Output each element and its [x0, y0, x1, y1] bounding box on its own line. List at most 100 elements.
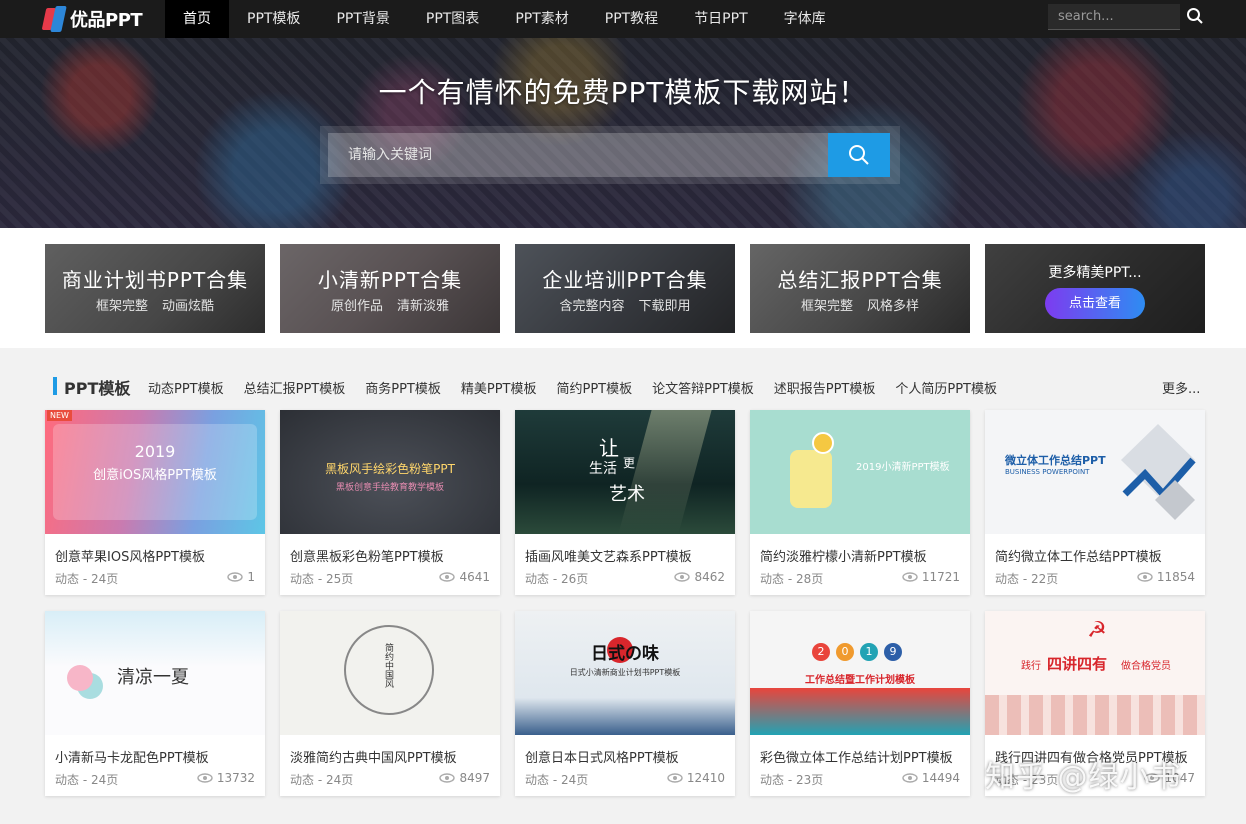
card-title: 创意日本日式风格PPT模板 — [525, 751, 679, 766]
lemon-jar-graphic — [790, 450, 832, 508]
nav-search-input[interactable] — [1048, 4, 1180, 30]
tag-summary[interactable]: 总结汇报PPT模板 — [244, 378, 346, 397]
thumbnail-text: 做合格党员 — [1121, 661, 1171, 672]
card-meta: 动态 - 26页 — [525, 572, 589, 586]
thumbnail-text: 工作总结暨工作计划模板 — [805, 675, 915, 686]
card-meta: 动态 - 24页 — [290, 773, 354, 787]
collection-tags: 含完整内容 下载即用 — [559, 299, 691, 314]
thumbnail-text: 日式の味 — [591, 644, 659, 664]
main-menu: 首页 PPT模板 PPT背景 PPT图表 PPT素材 PPT教程 节日PPT 字… — [165, 0, 844, 38]
building-silhouette-graphic — [985, 695, 1205, 735]
template-card[interactable]: 日式の味 日式小清新商业计划书PPT模板 创意日本日式风格PPT模板 动态 - … — [515, 611, 735, 796]
thumbnail-text: 微立体工作总结PPT — [1005, 454, 1106, 467]
thumbnail-text: 2 — [812, 643, 830, 661]
collection-title: 企业培训PPT合集 — [542, 268, 708, 292]
collection-title: 总结汇报PPT合集 — [777, 268, 943, 292]
view-count: 14494 — [902, 771, 960, 785]
section-more-link[interactable]: 更多... — [1162, 378, 1200, 397]
thumbnail-text: 1 — [860, 643, 878, 661]
view-count: 1 — [227, 570, 255, 584]
nav-item-ppt-materials[interactable]: PPT素材 — [497, 0, 586, 38]
template-card[interactable]: 微立体工作总结PPT BUSINESS POWERPOINT 简约微立体工作总结… — [985, 410, 1205, 595]
template-thumbnail: 2019 创意iOS风格PPT模板 — [45, 410, 265, 534]
tag-business[interactable]: 商务PPT模板 — [365, 378, 441, 397]
hero-title: 一个有情怀的免费PPT模板下载网站！ — [378, 76, 868, 109]
card-title: 彩色微立体工作总结计划PPT模板 — [760, 751, 953, 766]
thumbnail-text: 2019小清新PPT模板 — [856, 462, 950, 473]
eye-icon — [227, 572, 244, 582]
view-count: 8497 — [439, 771, 490, 785]
party-emblem-icon: ☭ — [1087, 618, 1107, 643]
template-card[interactable]: 2 0 1 9 工作总结暨工作计划模板 彩色微立体工作总结计划PPT模板 动态 … — [750, 611, 970, 796]
hero-search-box — [320, 126, 900, 184]
view-count: 13732 — [197, 771, 255, 785]
collection-title: 商业计划书PPT合集 — [61, 268, 249, 292]
card-title: 创意黑板彩色粉笔PPT模板 — [290, 550, 444, 565]
tag-exquisite[interactable]: 精美PPT模板 — [461, 378, 537, 397]
nav-item-ppt-tutorials[interactable]: PPT教程 — [587, 0, 676, 38]
view-count: 4641 — [439, 570, 490, 584]
template-card[interactable]: 2019小清新PPT模板 简约淡雅柠檬小清新PPT模板 动态 - 28页 117… — [750, 410, 970, 595]
search-icon — [849, 145, 869, 165]
view-count: 12410 — [667, 771, 725, 785]
collection-card-fresh[interactable]: 小清新PPT合集 原创作品 清新淡雅 — [280, 244, 500, 333]
card-title: 简约淡雅柠檬小清新PPT模板 — [760, 550, 927, 565]
thumbnail-text: 生活 — [589, 461, 617, 477]
eye-icon — [197, 773, 213, 783]
collection-tags: 框架完整 动画炫酷 — [95, 299, 215, 314]
card-meta: 动态 - 24页 — [525, 773, 589, 787]
template-thumbnail: ☭ 践行 四讲四有 做合格党员 — [985, 611, 1205, 735]
collection-card-summary[interactable]: 总结汇报PPT合集 框架完整 风格多样 — [750, 244, 970, 333]
collection-tags: 原创作品 清新淡雅 — [330, 299, 450, 314]
collection-card-more[interactable]: 更多精美PPT... 点击查看 — [985, 244, 1205, 333]
search-icon[interactable] — [1186, 7, 1204, 25]
card-meta: 动态 - 28页 — [760, 572, 824, 586]
nav-item-ppt-charts[interactable]: PPT图表 — [408, 0, 497, 38]
nav-item-ppt-templates[interactable]: PPT模板 — [229, 0, 318, 38]
template-card[interactable]: 黑板风手绘彩色粉笔PPT 黑板创意手绘教育教学模板 创意黑板彩色粉笔PPT模板 … — [280, 410, 500, 595]
tag-simple[interactable]: 简约PPT模板 — [557, 378, 633, 397]
nav-item-home[interactable]: 首页 — [165, 0, 229, 38]
card-meta: 动态 - 24页 — [55, 773, 119, 787]
nav-item-fonts[interactable]: 字体库 — [766, 0, 844, 38]
collection-card-training[interactable]: 企业培训PPT合集 含完整内容 下载即用 — [515, 244, 735, 333]
section-tag-list: 动态PPT模板 总结汇报PPT模板 商务PPT模板 精美PPT模板 简约PPT模… — [148, 378, 1017, 397]
site-logo[interactable]: 优品PPT — [41, 4, 143, 34]
tag-report[interactable]: 述职报告PPT模板 — [774, 378, 876, 397]
template-card[interactable]: 简约中国风 淡雅简约古典中国风PPT模板 动态 - 24页 8497 — [280, 611, 500, 796]
view-more-button[interactable]: 点击查看 — [1045, 288, 1145, 319]
template-thumbnail: 简约中国风 — [280, 611, 500, 735]
hero-search-input[interactable] — [328, 133, 828, 177]
card-title: 插画风唯美文艺森系PPT模板 — [525, 550, 692, 565]
thumbnail-text: 黑板风手绘彩色粉笔PPT — [325, 462, 455, 476]
thumbnail-text: 9 — [884, 643, 902, 661]
diamond-graphic — [1121, 424, 1196, 520]
tag-thesis[interactable]: 论文答辩PPT模板 — [652, 378, 754, 397]
eye-icon — [674, 572, 691, 582]
tag-resume[interactable]: 个人简历PPT模板 — [895, 378, 997, 397]
flower-graphic — [67, 665, 93, 691]
card-title: 创意苹果IOS风格PPT模板 — [55, 550, 205, 565]
tag-dynamic[interactable]: 动态PPT模板 — [148, 378, 224, 397]
thumbnail-text: 四讲四有 — [1047, 655, 1108, 673]
section-accent-bar — [53, 377, 57, 395]
template-card[interactable]: NEW 2019 创意iOS风格PPT模板 创意苹果IOS风格PPT模板 动态 … — [45, 410, 265, 595]
template-thumbnail: 让 生活 更 艺术 — [515, 410, 735, 534]
thumbnail-text: 创意iOS风格PPT模板 — [93, 468, 217, 483]
template-card[interactable]: 让 生活 更 艺术 插画风唯美文艺森系PPT模板 动态 - 26页 8462 — [515, 410, 735, 595]
template-card[interactable]: 清凉一夏 小清新马卡龙配色PPT模板 动态 - 24页 13732 — [45, 611, 265, 796]
collections-strip: 商业计划书PPT合集 框架完整 动画炫酷 小清新PPT合集 原创作品 清新淡雅 企业… — [0, 228, 1246, 348]
nav-item-holiday-ppt[interactable]: 节日PPT — [676, 0, 765, 38]
card-meta: 动态 - 23页 — [760, 773, 824, 787]
collection-title: 小清新PPT合集 — [317, 268, 463, 292]
thumbnail-text: 让 — [599, 436, 619, 460]
eye-icon — [439, 773, 456, 783]
thumbnail-text: 日式小清新商业计划书PPT模板 — [569, 668, 681, 677]
lemon-graphic — [812, 432, 834, 454]
eye-icon — [1137, 572, 1153, 582]
view-count: 11854 — [1137, 570, 1195, 584]
card-meta: 动态 - 22页 — [995, 572, 1059, 586]
nav-item-ppt-backgrounds[interactable]: PPT背景 — [318, 0, 407, 38]
collection-card-business-plan[interactable]: 商业计划书PPT合集 框架完整 动画炫酷 — [45, 244, 265, 333]
hero-search-button[interactable] — [828, 133, 890, 177]
